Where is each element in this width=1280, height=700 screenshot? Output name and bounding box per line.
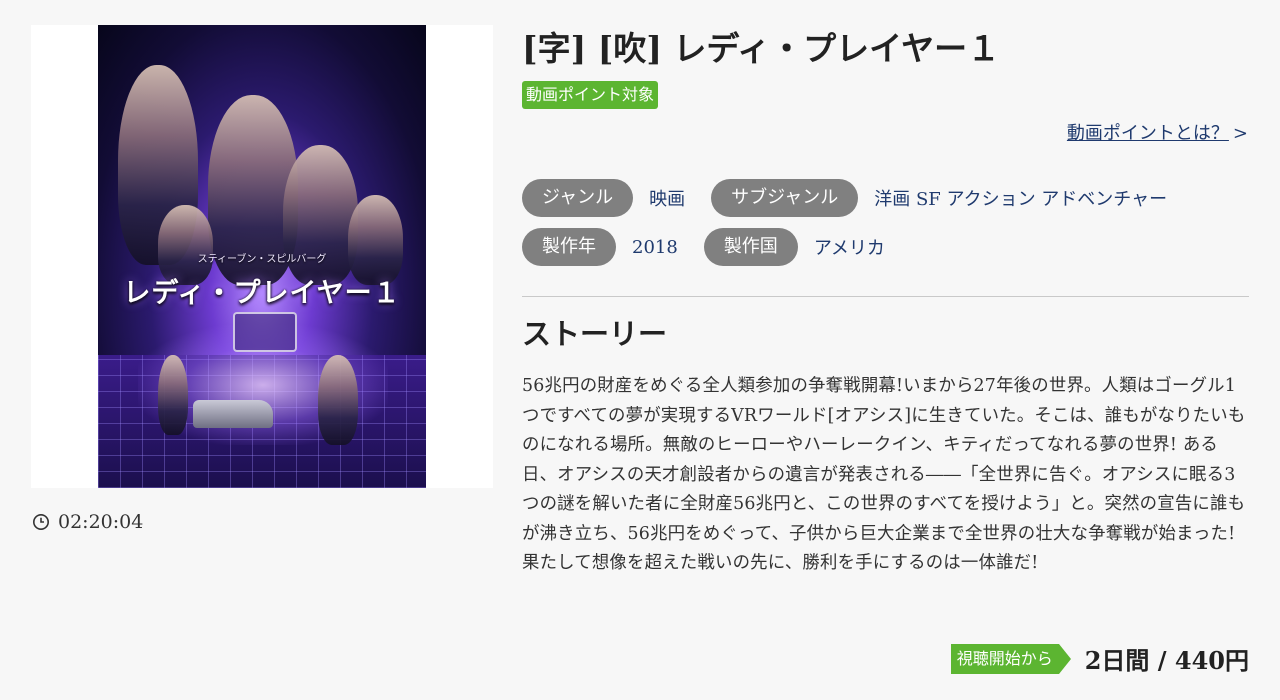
video-point-badge: 動画ポイント対象: [522, 81, 659, 109]
subgenre-label: サブジャンル: [711, 179, 859, 217]
duration: 02:20:04: [32, 511, 143, 533]
price-area: 視聴開始から 2日間 / 440円: [950, 641, 1249, 676]
production-year-label: 製作年: [522, 228, 616, 266]
meta-row-production: 製作年 2018 製作国 アメリカ: [522, 228, 911, 266]
subgenre-value-links[interactable]: 洋画 SF アクション アドベンチャー: [874, 185, 1167, 211]
video-point-info-link[interactable]: 動画ポイントとは？ >: [1067, 119, 1248, 145]
poster-art-car: [193, 400, 273, 428]
poster-frame: スティーブン・スピルバーグ レディ・プレイヤー１: [31, 25, 493, 488]
poster-credit-art: スティーブン・スピルバーグ: [197, 254, 327, 265]
divider: [522, 296, 1249, 297]
duration-text: 02:20:04: [58, 511, 144, 533]
production-country-value[interactable]: アメリカ: [814, 234, 885, 260]
page-title: [字] [吹] レディ・プレイヤー１: [522, 29, 1001, 68]
story-text: 56兆円の財産をめぐる全人類参加の争奪戦開幕!いまから27年後の世界。人類はゴー…: [522, 376, 1246, 573]
poster-art-figure: [318, 355, 358, 445]
poster-art-figure: [158, 355, 188, 435]
production-country-label: 製作国: [703, 228, 798, 266]
poster-logo-art: [233, 312, 297, 352]
poster-title-art: レディ・プレイヤー１: [123, 278, 401, 309]
genre-label: ジャンル: [522, 179, 634, 217]
production-year-value[interactable]: 2018: [632, 237, 678, 258]
meta-row-genre: ジャンル 映画 サブジャンル 洋画 SF アクション アドベンチャー: [522, 179, 1193, 217]
chevron-right-icon: >: [1232, 123, 1248, 144]
genre-value-link[interactable]: 映画: [649, 185, 685, 211]
video-point-info-label: 動画ポイントとは？: [1066, 123, 1229, 144]
price-period-tag: 視聴開始から: [950, 643, 1071, 674]
movie-poster-image[interactable]: スティーブン・スピルバーグ レディ・プレイヤー１: [98, 25, 426, 488]
price-value: 2日間 / 440円: [1084, 646, 1249, 675]
clock-icon: [32, 513, 50, 531]
story-heading: ストーリー: [522, 317, 668, 351]
